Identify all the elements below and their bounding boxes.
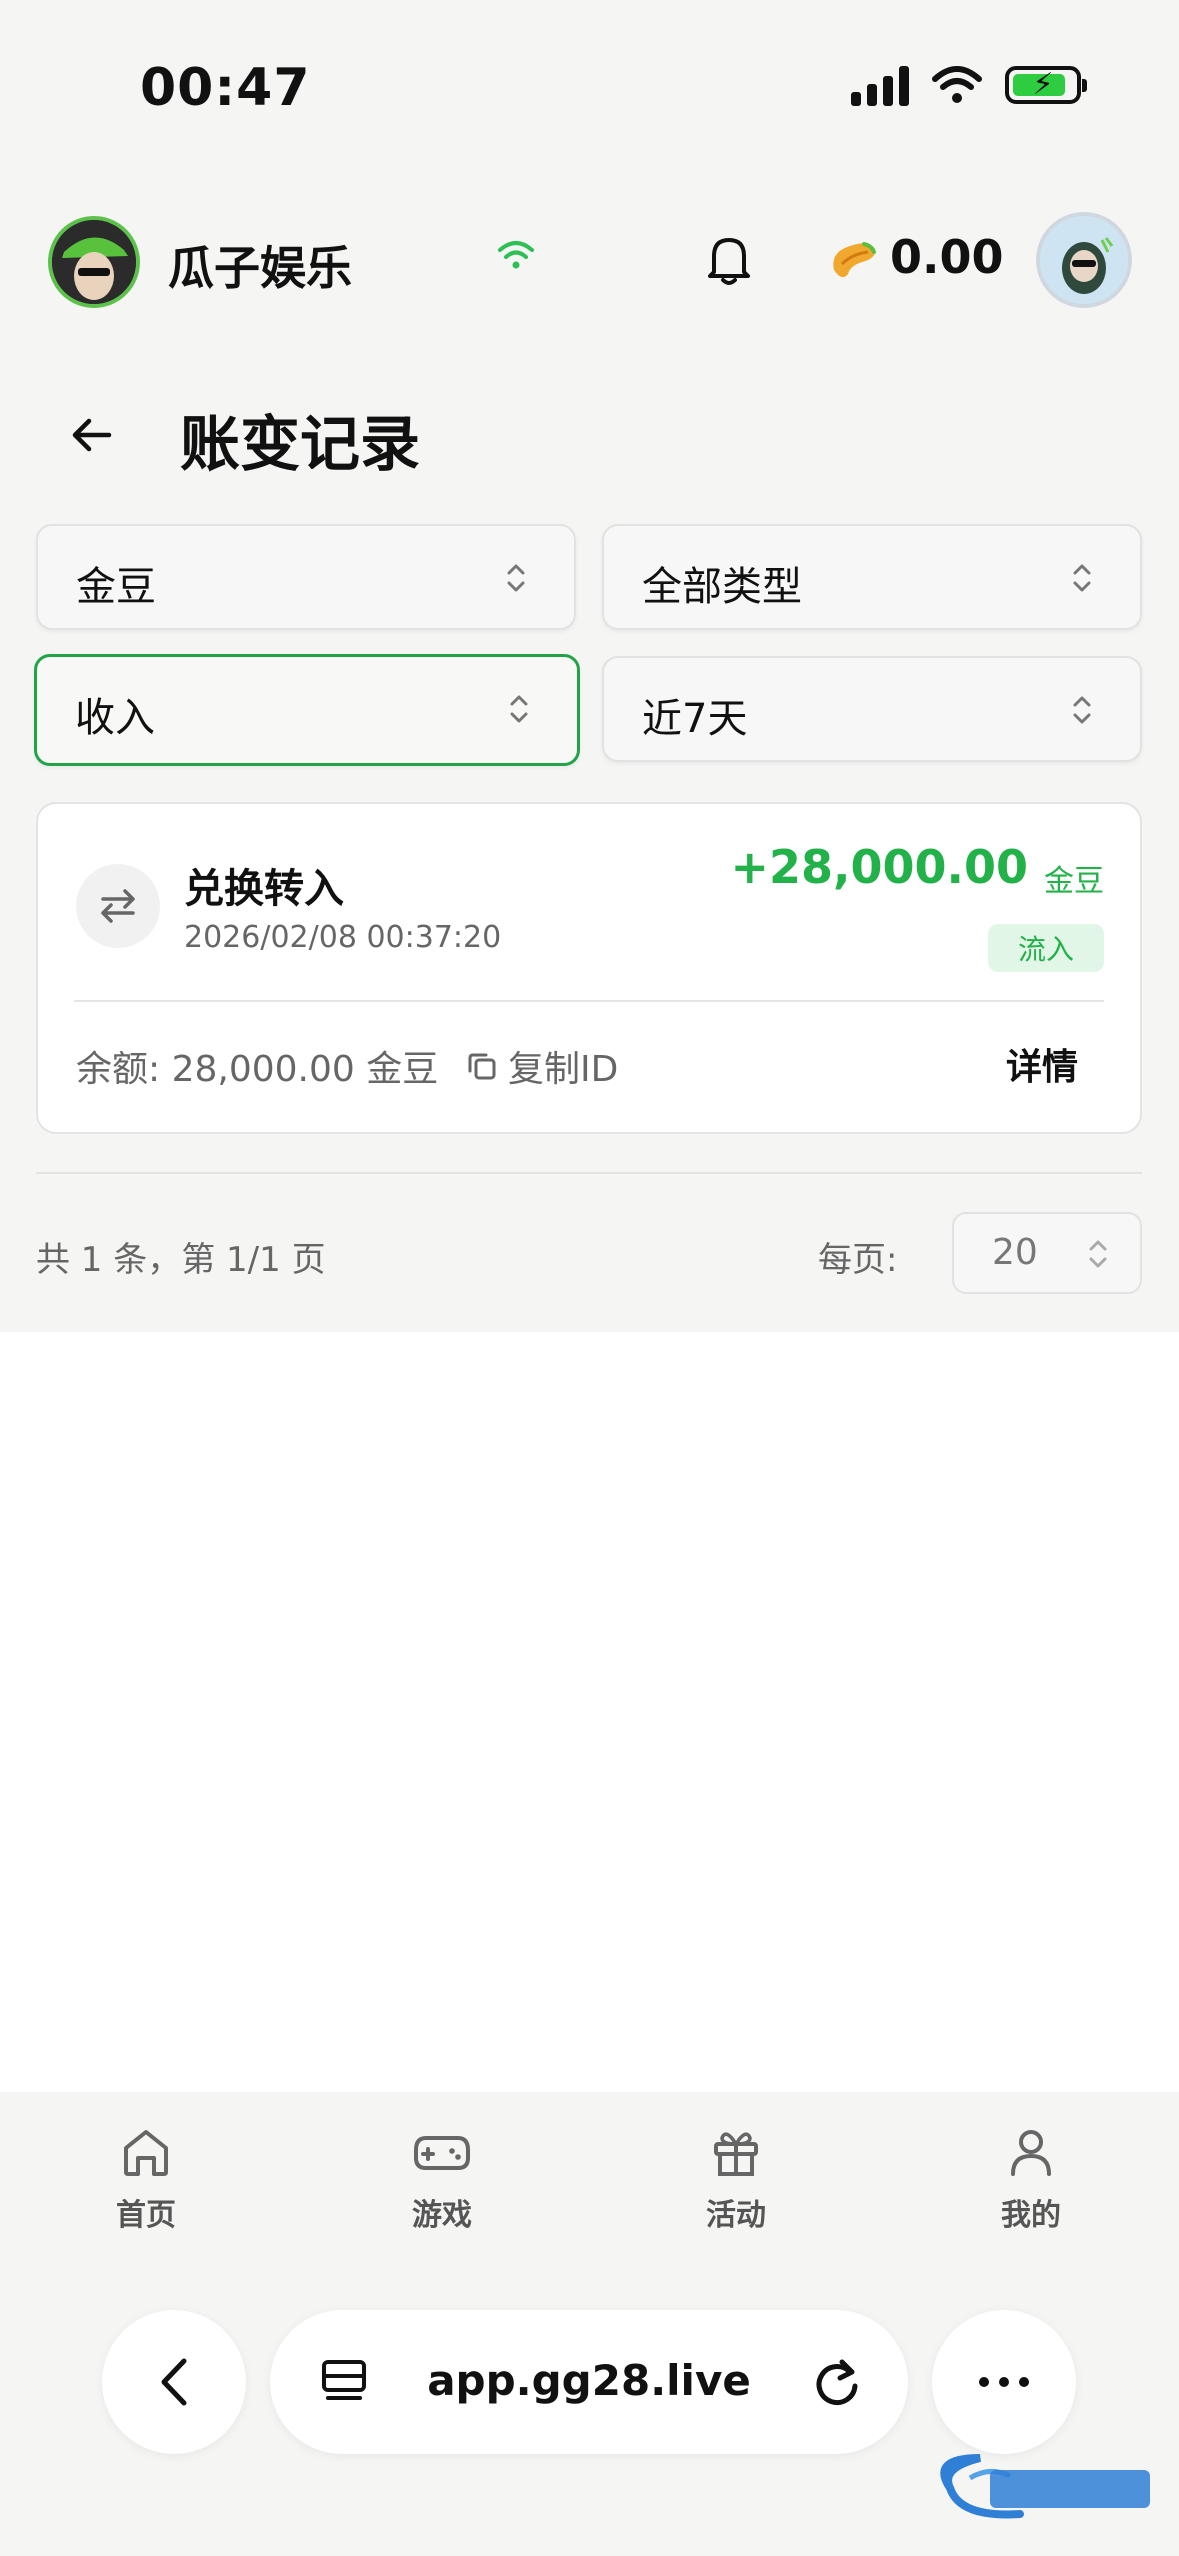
bell-icon[interactable] [702,230,756,290]
status-time: 00:47 [140,58,311,118]
direction-select[interactable]: 收入 [34,654,580,766]
chevron-updown-icon [510,695,528,723]
exchange-icon [76,864,160,948]
chevron-left-icon [161,2358,187,2406]
app-logo[interactable] [48,216,140,308]
per-page-label: 每页: [818,1240,898,1280]
type-select-value: 全部类型 [642,564,802,610]
direction-select-value: 收入 [75,695,155,741]
chevron-updown-icon [1089,1240,1107,1268]
flow-badge: 流入 [987,924,1104,972]
per-page-select[interactable]: 20 [952,1212,1142,1294]
ellipsis-icon [979,2377,1029,2387]
type-select[interactable]: 全部类型 [602,524,1142,630]
transaction-title: 兑换转入 [184,866,344,912]
wifi-icon [932,66,982,103]
bean-icon [833,242,876,278]
app-name: 瓜子娱乐 [168,241,352,295]
list-divider [36,1172,1142,1174]
browser-back-button[interactable] [102,2310,246,2454]
back-button[interactable] [66,410,116,460]
nav-label-games: 游戏 [412,2198,472,2233]
home-icon [124,2130,168,2176]
nav-item-games[interactable]: 游戏 [362,2124,522,2234]
nav-item-home[interactable]: 首页 [66,2124,226,2234]
detail-button[interactable]: 详情 [1006,1038,1078,1090]
balance-amount: 0.00 [890,230,1004,284]
range-select[interactable]: 近7天 [602,656,1142,762]
nav-label-profile: 我的 [1001,2198,1061,2233]
reload-icon[interactable] [810,2354,864,2410]
transaction-amount: +28,000.00 [730,840,1028,894]
chevron-updown-icon [1073,696,1091,724]
transaction-card: 兑换转入 2026/02/08 00:37:20 +28,000.00 金豆 流… [36,802,1142,1134]
url-bar[interactable]: app.gg28.live [270,2310,908,2454]
per-page-value: 20 [992,1232,1038,1273]
nav-item-events[interactable]: 活动 [656,2124,816,2234]
user-avatar[interactable] [1036,212,1132,308]
chevron-updown-icon [1073,564,1091,592]
app-header: 瓜子娱乐 0.00 [0,210,1179,310]
gamepad-icon [414,2136,470,2170]
user-icon [1011,2130,1051,2176]
range-select-value: 近7天 [642,696,748,742]
gift-icon [714,2132,758,2176]
transaction-balance: 余额: 28,000.00 金豆 [76,1049,439,1090]
connection-status-icon [498,241,534,269]
transaction-time: 2026/02/08 00:37:20 [184,920,502,955]
pagination-summary: 共 1 条，第 1/1 页 [36,1240,326,1280]
nav-label-events: 活动 [706,2198,766,2233]
nav-label-home: 首页 [116,2198,176,2233]
card-divider [74,1000,1104,1002]
status-icons: ⚡ [851,64,1087,106]
copy-id-label: 复制ID [508,1049,619,1090]
copy-icon [468,1053,496,1080]
currency-select[interactable]: 金豆 [36,524,576,630]
more-options-button[interactable] [932,2310,1076,2454]
arrow-left-icon [72,418,112,452]
battery-icon: ⚡ [1005,66,1087,104]
page-title: 账变记录 [180,410,420,480]
copy-id-button[interactable]: 复制ID [464,1040,618,1092]
currency-select-value: 金豆 [76,564,156,610]
watermark-logo [940,2454,1150,2519]
cellular-signal-icon [851,64,909,106]
nav-item-profile[interactable]: 我的 [951,2124,1111,2234]
transaction-unit: 金豆 [1044,864,1104,899]
chevron-updown-icon [507,564,525,592]
